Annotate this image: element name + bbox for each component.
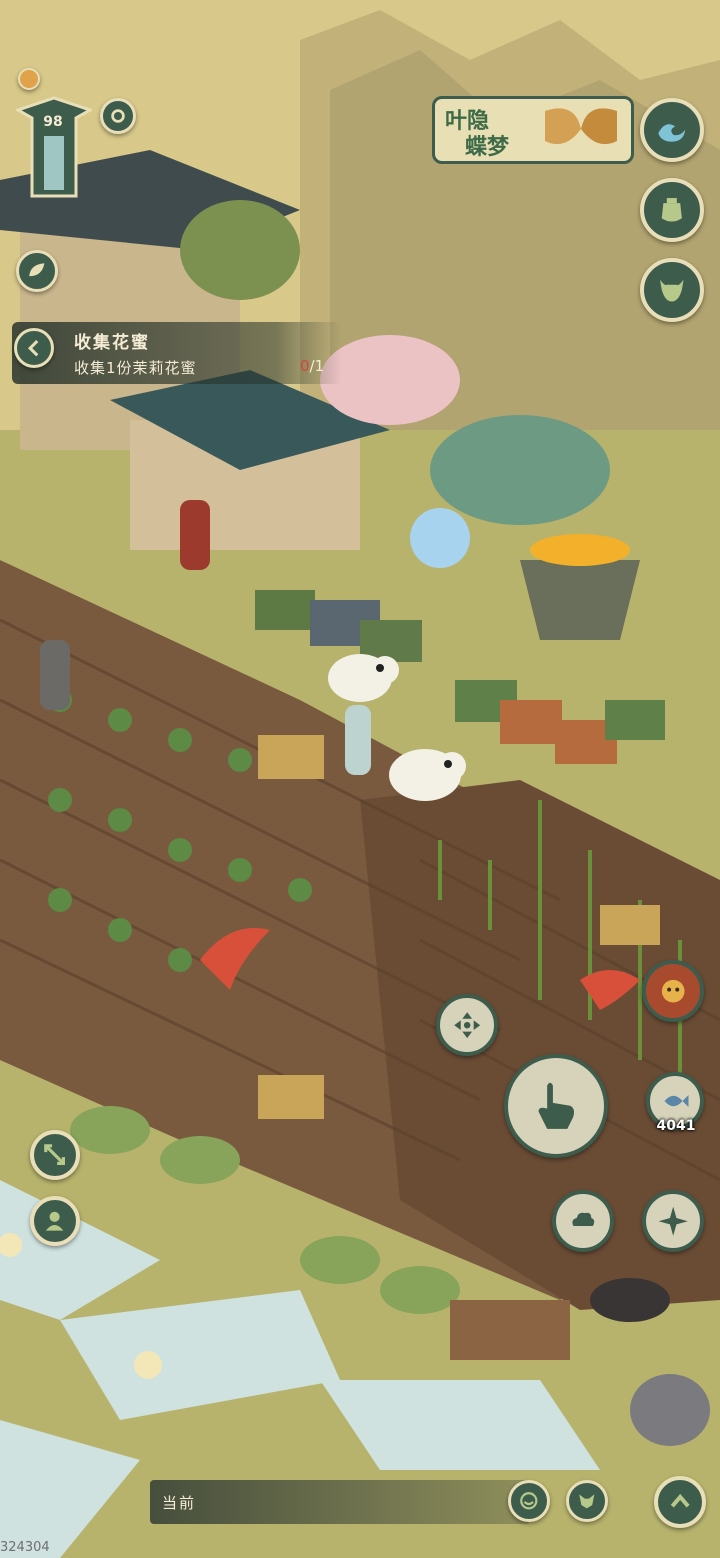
cloud-icon [572, 1212, 595, 1226]
quest-description: 收集1份茉莉花蜜 [74, 359, 197, 377]
quest-title: 收集花蜜 [74, 333, 150, 353]
ox-head-button[interactable] [640, 258, 704, 322]
wave-icon [658, 124, 686, 142]
hand-pointer-icon [538, 1082, 575, 1130]
event-banner[interactable]: 叶隐 蝶梦 [432, 96, 634, 164]
interact-button[interactable] [504, 1054, 608, 1158]
orange-dot-button[interactable] [18, 68, 40, 90]
leaf-button[interactable] [16, 250, 58, 292]
move-dpad-button[interactable] [436, 994, 498, 1056]
person-icon [46, 1212, 64, 1232]
character-button[interactable] [30, 1196, 80, 1246]
quest-progress-current: 0 [300, 357, 310, 375]
fish-icon [664, 1095, 689, 1107]
quest-progress-total: /1 [309, 357, 325, 375]
expand-button[interactable] [30, 1130, 80, 1180]
dpad-icon [454, 1012, 480, 1038]
farm-scene [0, 0, 720, 1558]
wave-button[interactable] [640, 98, 704, 162]
shuriken-icon [658, 1206, 688, 1236]
level-badge[interactable] [16, 96, 92, 206]
companion-face-button[interactable] [642, 960, 704, 1022]
ring-icon [111, 109, 125, 123]
fish-count: 4041 [656, 1118, 696, 1134]
emote-button[interactable] [508, 1480, 550, 1522]
quest-tracker[interactable]: 收集花蜜 收集1份茉莉花蜜 0/1 [12, 322, 342, 384]
skill-cloud-button[interactable] [552, 1190, 614, 1252]
face-icon [661, 979, 685, 1003]
back-arrow-icon [27, 339, 39, 357]
expand-icon [44, 1144, 66, 1166]
pot-button[interactable] [640, 178, 704, 242]
expand-menu-button[interactable] [654, 1476, 706, 1528]
smile-icon [520, 1492, 538, 1510]
pot-icon [661, 198, 683, 222]
player-level: 98 [43, 114, 63, 130]
butterfly-icon [545, 108, 617, 145]
event-title-line2: 蝶梦 [465, 134, 510, 160]
quest-collapse-button[interactable] [14, 328, 54, 368]
skill-shuriken-button[interactable] [642, 1190, 704, 1252]
ox-head-icon [660, 279, 684, 302]
fox-icon [579, 1494, 595, 1509]
build-id: 324304 [0, 1540, 50, 1555]
fox-button[interactable] [566, 1480, 608, 1522]
chat-bar[interactable]: 当前 [150, 1480, 530, 1524]
chevron-up-icon [670, 1493, 690, 1508]
quest-progress: 0/1 [300, 357, 324, 375]
profile-ring-button[interactable] [100, 98, 136, 134]
chat-channel-label: 当前 [162, 1494, 197, 1512]
leaf-icon [29, 263, 45, 277]
